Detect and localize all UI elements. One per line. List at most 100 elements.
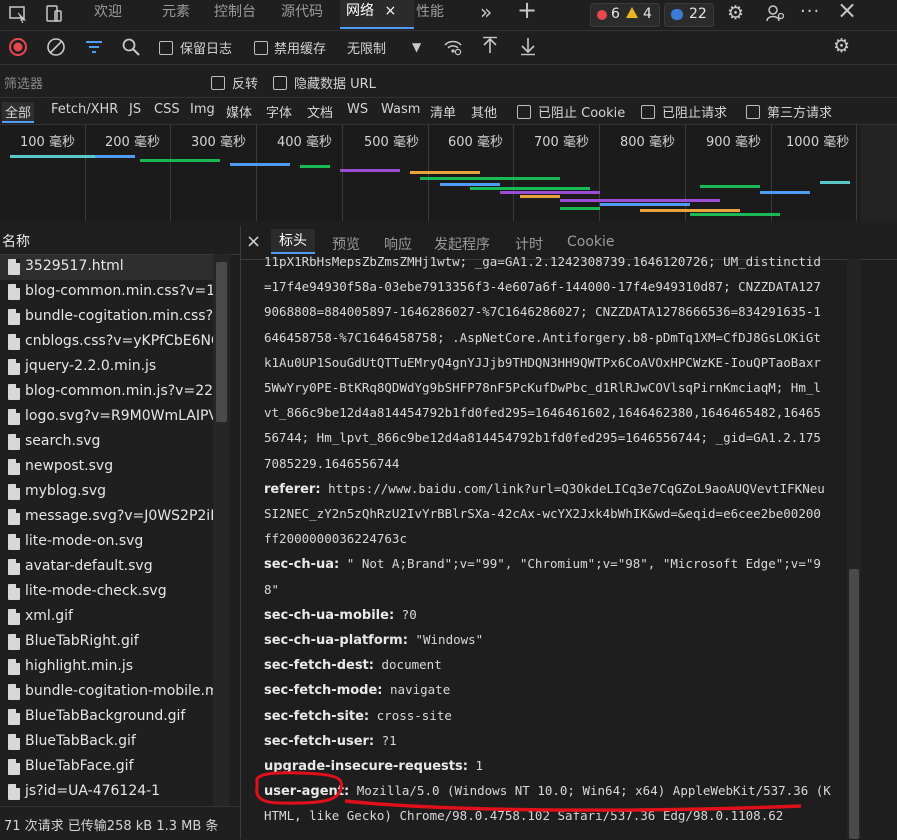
header-line: HTML, like Gecko) Chrome/98.0.4758.102 S…: [264, 808, 783, 823]
network-overview-timeline[interactable]: 100 毫秒 200 毫秒 300 毫秒 400 毫秒 500 毫秒 600 毫…: [0, 125, 860, 221]
type-doc[interactable]: 文档: [307, 102, 333, 121]
header-line: 8": [264, 582, 279, 597]
request-row[interactable]: bundle-cogitation.min.css?v=...: [0, 305, 213, 330]
tab-performance[interactable]: 性能: [410, 2, 450, 26]
type-manifest[interactable]: 清单: [430, 102, 456, 121]
tab-elements[interactable]: 元素: [156, 2, 196, 26]
detail-scrollbar[interactable]: [847, 259, 861, 839]
close-devtools-icon[interactable]: ×: [837, 0, 857, 22]
network-settings-gear-icon[interactable]: ⚙: [833, 36, 850, 56]
preserve-log-checkbox[interactable]: [159, 41, 173, 55]
tab-console[interactable]: 控制台: [208, 2, 262, 26]
filter-input[interactable]: 筛选器: [4, 73, 43, 92]
header-value: " Not A;Brand";v="99", "Chromium";v="98"…: [339, 556, 821, 572]
type-other[interactable]: 其他: [471, 102, 497, 121]
request-row[interactable]: BlueTabFace.gif: [0, 755, 213, 780]
tick-label: 900 毫秒: [706, 135, 761, 150]
request-row[interactable]: myblog.svg: [0, 480, 213, 505]
blocked-requests-checkbox[interactable]: [641, 105, 655, 119]
clear-icon[interactable]: [46, 37, 66, 62]
request-row[interactable]: bundle-cogitation-mobile.min: [0, 680, 213, 705]
overview-bar: [440, 183, 500, 186]
export-har-icon[interactable]: [518, 36, 538, 61]
more-tabs-icon[interactable]: »: [480, 2, 492, 22]
record-stop-icon[interactable]: [8, 37, 28, 62]
request-row[interactable]: highlight.min.js: [0, 655, 213, 680]
header-line: SI2NEC_zY2n5zQhRzU2IvYrBBlrSXa-42cAx-wcY…: [264, 506, 821, 521]
preserve-log-label: 保留日志: [180, 42, 233, 57]
more-options-icon[interactable]: ···: [800, 2, 820, 22]
tab-cookie[interactable]: Cookie: [567, 234, 615, 250]
customize-feedback-icon[interactable]: [765, 3, 785, 28]
request-row[interactable]: BlueTabBackground.gif: [0, 705, 213, 730]
type-js[interactable]: JS: [129, 102, 141, 117]
type-fetch-xhr[interactable]: Fetch/XHR: [51, 102, 118, 117]
settings-gear-icon[interactable]: ⚙: [727, 3, 744, 23]
request-row[interactable]: xml.gif: [0, 605, 213, 630]
type-wasm[interactable]: Wasm: [381, 102, 420, 117]
request-row[interactable]: jquery-2.2.0.min.js: [0, 355, 213, 380]
name-column-header[interactable]: 名称: [0, 226, 240, 255]
request-row[interactable]: BlueTabBack.gif: [0, 730, 213, 755]
close-detail-icon[interactable]: ×: [246, 231, 261, 252]
search-icon[interactable]: [121, 37, 141, 62]
request-row[interactable]: cnblogs.css?v=yKPfCbE6NGw...: [0, 330, 213, 355]
tab-headers[interactable]: 标头: [271, 229, 315, 254]
disable-cache-checkbox[interactable]: [254, 41, 268, 55]
request-row[interactable]: search.svg: [0, 430, 213, 455]
gridline: [685, 125, 686, 221]
header-value: SI2NEC_zY2n5zQhRzU2IvYrBBlrSXa-42cAx-wcY…: [264, 506, 821, 521]
chevron-down-icon[interactable]: ▼: [412, 37, 421, 57]
scrollbar-thumb[interactable]: [216, 262, 227, 422]
inspect-element-icon[interactable]: [8, 4, 28, 29]
network-conditions-icon[interactable]: [443, 37, 463, 62]
tick-label: 300 毫秒: [191, 135, 246, 150]
request-row[interactable]: blog-common.min.js?v=22Mc: [0, 380, 213, 405]
type-css[interactable]: CSS: [154, 102, 180, 117]
header-line: k1Au0UP1SouGdUtQTTuEMryQ4gnYJJjb9THDQN3H…: [264, 355, 821, 370]
tab-response[interactable]: 响应: [384, 234, 412, 254]
request-row[interactable]: lite-mode-check.svg: [0, 580, 213, 605]
third-party-checkbox[interactable]: [746, 105, 760, 119]
request-row[interactable]: avatar-default.svg: [0, 555, 213, 580]
request-row[interactable]: blog-common.min.css?v=1fM: [0, 280, 213, 305]
type-media[interactable]: 媒体: [226, 102, 252, 121]
request-row[interactable]: BlueTabRight.gif: [0, 630, 213, 655]
header-value: 9068808=884005897-1646286027-%7C16462860…: [264, 304, 821, 320]
hide-data-urls-checkbox[interactable]: [273, 76, 287, 90]
invert-checkbox[interactable]: [211, 76, 225, 90]
file-icon: [8, 309, 20, 325]
add-tab-icon[interactable]: +: [517, 0, 537, 22]
request-list-scrollbar[interactable]: [213, 254, 230, 815]
type-font[interactable]: 字体: [266, 102, 292, 121]
close-tab-icon[interactable]: ×: [384, 3, 396, 19]
request-row[interactable]: logo.svg?v=R9M0WmLAIPVyc: [0, 405, 213, 430]
throttle-select[interactable]: 无限制: [347, 38, 386, 57]
request-row[interactable]: lite-mode-on.svg: [0, 530, 213, 555]
header-key: referer:: [264, 481, 321, 497]
filter-icon[interactable]: [84, 37, 104, 62]
device-emulation-icon[interactable]: [44, 4, 64, 29]
import-har-icon[interactable]: [480, 36, 500, 61]
request-row[interactable]: newpost.svg: [0, 455, 213, 480]
overview-scrollbar[interactable]: [860, 125, 897, 221]
tab-network[interactable]: 网络 ×: [340, 0, 414, 29]
request-row[interactable]: js?id=UA-476124-1: [0, 780, 213, 805]
tab-timing[interactable]: 计时: [515, 234, 543, 254]
issues-counter[interactable]: 22: [664, 3, 714, 27]
tab-initiator[interactable]: 发起程序: [434, 234, 490, 254]
type-ws[interactable]: WS: [347, 102, 368, 117]
scrollbar-thumb[interactable]: [849, 569, 859, 839]
tab-sources[interactable]: 源代码: [275, 2, 329, 26]
header-line: referer: https://www.baidu.com/link?url=…: [264, 481, 825, 497]
tab-welcome[interactable]: 欢迎: [88, 2, 128, 26]
tab-preview[interactable]: 预览: [332, 234, 360, 254]
header-value: cross-site: [369, 707, 452, 723]
type-img[interactable]: Img: [190, 102, 215, 117]
error-warning-counter[interactable]: 6 4: [590, 3, 660, 27]
blocked-cookies-checkbox[interactable]: [517, 105, 531, 119]
request-row[interactable]: message.svg?v=J0WS2P2iPga: [0, 505, 213, 530]
gridline: [856, 125, 857, 221]
type-all[interactable]: 全部: [2, 102, 35, 123]
request-row[interactable]: 3529517.html: [0, 255, 213, 280]
